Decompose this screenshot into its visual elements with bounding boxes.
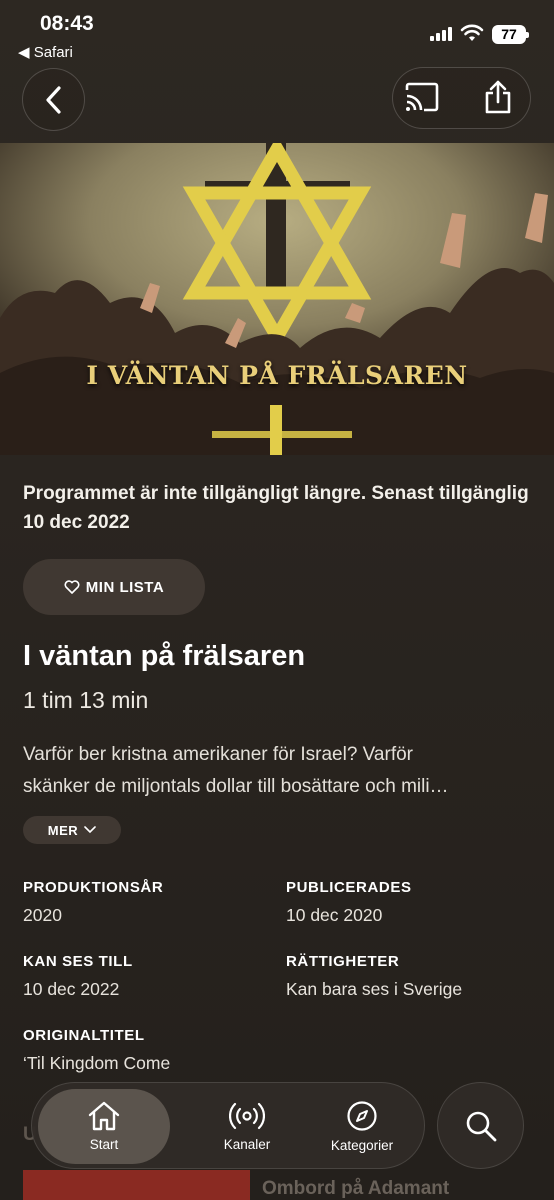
back-to-safari-link[interactable]: ◀ Safari <box>18 43 73 61</box>
description-line: skänker de miljontals dollar till bosätt… <box>23 776 449 797</box>
meta-label: KAN SES TILL <box>23 953 133 970</box>
meta-label: PUBLICERADES <box>286 879 412 896</box>
more-label: MER <box>47 822 79 838</box>
chevron-left-icon <box>45 85 61 114</box>
meta-label: PRODUKTIONSÅR <box>23 879 164 896</box>
back-button[interactable] <box>22 68 85 131</box>
meta-value: Kan bara ses i Sverige <box>286 979 463 999</box>
tab-kategorier-label: Kategorier <box>330 1138 394 1153</box>
meta-value: ‘Til Kingdom Come <box>23 1053 171 1073</box>
status-bar: 08:43 ◀ Safari 77 <box>0 0 554 64</box>
program-duration: 1 tim 13 min <box>23 687 149 713</box>
tab-kategorier[interactable]: Kategorier <box>302 1083 422 1170</box>
availability-notice: Programmet är inte tillgängligt längre. … <box>23 483 529 533</box>
meta-value: 2020 <box>23 905 62 925</box>
status-time: 08:43 <box>40 12 94 35</box>
cast-icon[interactable] <box>404 82 440 112</box>
meta-value: 10 dec 2022 <box>23 979 120 999</box>
tab-start-label: Start <box>89 1137 119 1152</box>
share-icon[interactable] <box>483 80 513 114</box>
search-icon <box>466 1111 496 1141</box>
bottom-tab-bar: Start Kanaler Kategorier <box>31 1082 425 1169</box>
next-program-thumbnail[interactable] <box>23 1170 250 1200</box>
hero-artwork <box>0 143 554 455</box>
program-description: Varför ber kristna amerikaner för Israel… <box>23 739 533 803</box>
wifi-icon <box>460 24 484 41</box>
meta-production-year: PRODUKTIONSÅR 2020 <box>23 879 163 926</box>
meta-value: 10 dec 2020 <box>286 905 383 925</box>
search-button[interactable] <box>437 1082 524 1169</box>
tab-kanaler-label: Kanaler <box>223 1137 271 1152</box>
broadcast-icon <box>229 1102 265 1130</box>
hero-title-overlay: I VÄNTAN PÅ FRÄLSAREN <box>86 361 468 390</box>
meta-rights: RÄTTIGHETER Kan bara ses i Sverige <box>286 953 462 1000</box>
next-program-title[interactable]: Ombord på Adamant <box>262 1178 449 1200</box>
more-button[interactable]: MER <box>23 816 121 844</box>
tab-start[interactable]: Start <box>38 1089 170 1164</box>
program-hero-image: I VÄNTAN PÅ FRÄLSAREN <box>0 143 554 455</box>
my-list-button[interactable]: MIN LISTA <box>23 559 205 615</box>
my-list-label: MIN LISTA <box>85 578 165 596</box>
compass-icon <box>347 1101 377 1131</box>
meta-original-title: ORIGINALTITEL ‘Til Kingdom Come <box>23 1027 170 1074</box>
description-line: Varför ber kristna amerikaner för Israel… <box>23 744 413 765</box>
meta-label: RÄTTIGHETER <box>286 953 400 970</box>
meta-available-until: KAN SES TILL 10 dec 2022 <box>23 953 133 1000</box>
cellular-signal-icon <box>430 27 452 41</box>
meta-published: PUBLICERADES 10 dec 2020 <box>286 879 412 926</box>
program-title: I väntan på frälsaren <box>23 640 306 672</box>
meta-label: ORIGINALTITEL <box>23 1027 145 1044</box>
heart-icon <box>64 580 80 594</box>
chevron-down-icon <box>84 826 96 834</box>
home-icon <box>88 1101 120 1131</box>
battery-icon: 77 <box>492 25 529 44</box>
tab-kanaler[interactable]: Kanaler <box>192 1083 302 1170</box>
